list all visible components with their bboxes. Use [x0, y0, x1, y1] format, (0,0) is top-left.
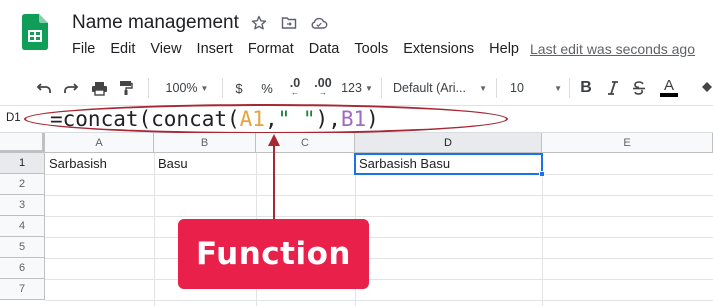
toolbar-separator — [381, 78, 382, 98]
arrow-left-icon: ← — [291, 88, 299, 97]
undo-icon[interactable] — [34, 76, 54, 100]
gridline — [45, 237, 713, 238]
chevron-down-icon: ▼ — [554, 83, 562, 93]
chevron-down-icon: ▼ — [479, 83, 487, 93]
row-header-4[interactable]: 4 — [0, 216, 45, 237]
row-header-2[interactable]: 2 — [0, 174, 45, 195]
gridline — [45, 216, 713, 217]
row-header-3[interactable]: 3 — [0, 195, 45, 216]
strikethrough-icon[interactable] — [630, 76, 648, 100]
row-header-5[interactable]: 5 — [0, 237, 45, 258]
gridline — [45, 195, 713, 196]
increase-decimal-label: .00 — [314, 76, 332, 90]
format-percent-button[interactable]: % — [258, 76, 276, 100]
format-currency-button[interactable]: $ — [230, 76, 248, 100]
font-family-select[interactable]: Default (Ari... ▼ — [393, 76, 487, 100]
column-header-a[interactable]: A — [45, 133, 154, 153]
toolbar-separator — [569, 78, 570, 98]
chevron-down-icon: ▼ — [200, 83, 209, 93]
menu-data[interactable]: Data — [309, 41, 340, 57]
star-icon[interactable] — [250, 14, 268, 32]
font-size-value: 10 — [510, 81, 524, 95]
zoom-value: 100% — [165, 81, 198, 95]
toolbar-separator — [148, 78, 149, 98]
menu-tools[interactable]: Tools — [354, 41, 388, 57]
name-box[interactable]: D1 — [6, 112, 21, 124]
function-annotation-label: Function — [178, 219, 369, 289]
arrow-right-icon: → — [319, 88, 327, 97]
gridline — [45, 279, 713, 280]
menu-file[interactable]: File — [72, 41, 95, 57]
chevron-down-icon: ▼ — [364, 83, 373, 93]
formula-highlight-oval — [24, 104, 508, 134]
paint-format-icon[interactable] — [116, 76, 136, 100]
cell-a1[interactable]: Sarbasish — [45, 153, 154, 174]
font-family-value: Default (Ari... — [393, 81, 466, 95]
toolbar: 100% ▼ $ % .0 ← .00 → 123 ▼ Default (Ari..… — [0, 70, 713, 106]
menu-help[interactable]: Help — [489, 41, 519, 57]
gridline — [154, 153, 155, 306]
fill-color-icon[interactable] — [700, 76, 713, 100]
menu-edit[interactable]: Edit — [110, 41, 135, 57]
italic-icon[interactable] — [604, 76, 622, 100]
zoom-select[interactable]: 100% ▼ — [158, 76, 216, 100]
decrease-decimal-label: .0 — [289, 76, 301, 90]
text-color-swatch — [660, 93, 678, 97]
active-cell-outline — [354, 153, 543, 175]
cloud-status-icon[interactable] — [310, 14, 328, 32]
last-edit-link[interactable]: Last edit was seconds ago — [530, 41, 695, 57]
increase-decimal-button[interactable]: .00 → — [311, 76, 335, 100]
toolbar-separator — [496, 78, 497, 98]
column-header-c[interactable]: C — [256, 133, 355, 153]
column-header-e[interactable]: E — [542, 133, 713, 153]
menu-insert[interactable]: Insert — [197, 41, 233, 57]
menu-extensions[interactable]: Extensions — [403, 41, 474, 57]
app-header: Name management File Edit View Insert Fo… — [0, 0, 713, 66]
decrease-decimal-button[interactable]: .0 ← — [284, 76, 306, 100]
sheets-logo-icon[interactable] — [22, 14, 48, 50]
move-to-folder-icon[interactable] — [280, 14, 298, 32]
row-header-1[interactable]: 1 — [0, 153, 45, 174]
fill-handle[interactable] — [539, 171, 545, 177]
text-color-button[interactable]: A — [658, 76, 680, 100]
font-size-select[interactable]: 10 ▼ — [506, 76, 562, 100]
cell-b1[interactable]: Basu — [154, 153, 256, 174]
redo-icon[interactable] — [61, 76, 81, 100]
menu-format[interactable]: Format — [248, 41, 294, 57]
select-all-corner[interactable] — [0, 133, 45, 153]
gridline — [45, 300, 713, 301]
gridline — [45, 258, 713, 259]
bold-button[interactable]: B — [577, 76, 595, 100]
column-header-b[interactable]: B — [154, 133, 256, 153]
menu-view[interactable]: View — [150, 41, 181, 57]
text-color-label: A — [663, 77, 674, 94]
print-icon[interactable] — [89, 76, 109, 100]
row-header-6[interactable]: 6 — [0, 258, 45, 279]
more-formats-label: 123 — [341, 81, 362, 95]
more-formats-select[interactable]: 123 ▼ — [340, 76, 374, 100]
row-header-7[interactable]: 7 — [0, 279, 45, 300]
toolbar-separator — [222, 78, 223, 98]
document-title[interactable]: Name management — [72, 12, 239, 34]
menu-bar: File Edit View Insert Format Data Tools … — [72, 41, 534, 57]
column-header-d[interactable]: D — [355, 133, 542, 153]
